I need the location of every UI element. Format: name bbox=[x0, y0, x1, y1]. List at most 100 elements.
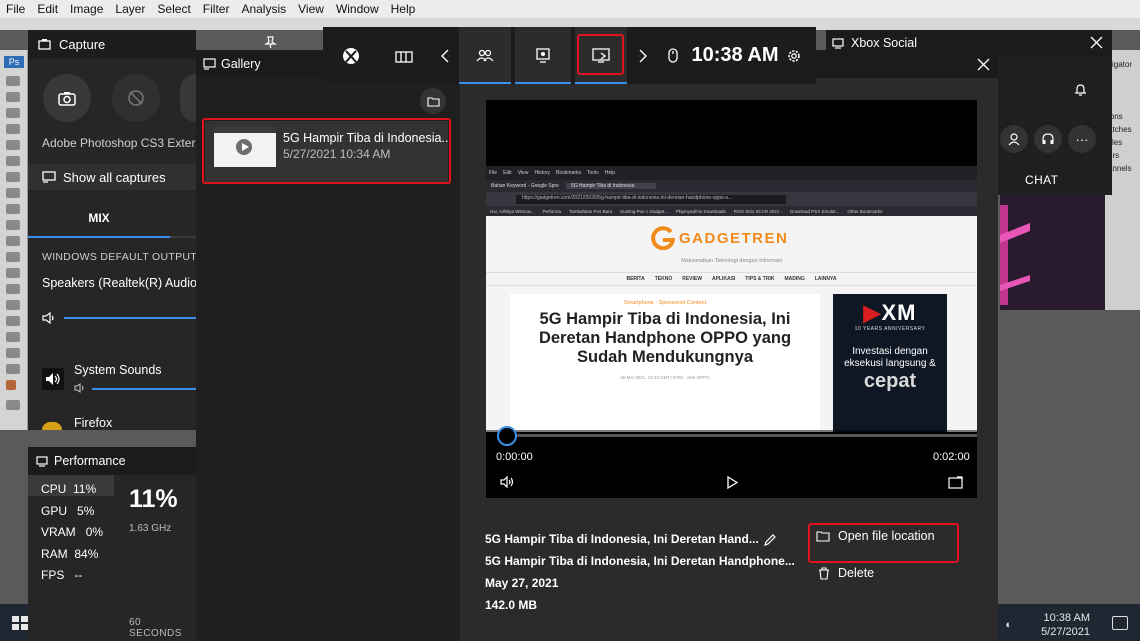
system-sounds-volume-icon[interactable] bbox=[74, 383, 86, 393]
xbox-button[interactable] bbox=[335, 27, 367, 84]
settings-button[interactable] bbox=[783, 27, 805, 84]
audio-tabs: MIX bbox=[28, 200, 196, 238]
metric-vram: VRAM 0% bbox=[41, 525, 104, 539]
cpu-frequency: 1.63 GHz bbox=[129, 523, 172, 534]
time-total: 0:02:00 bbox=[933, 451, 970, 463]
ellipsis-icon: ··· bbox=[1075, 131, 1089, 147]
show-all-captures-label: Show all captures bbox=[63, 169, 166, 185]
performance-title: Performance bbox=[54, 454, 126, 468]
capture-title: 5G Hampir Tiba di Indonesia, Ini Deretan… bbox=[485, 532, 759, 546]
capture-filename: 5G Hampir Tiba di Indonesia, Ini Deretan… bbox=[485, 554, 795, 568]
system-sounds-label: System Sounds bbox=[74, 363, 162, 377]
game-bar: 10:38 AM bbox=[323, 27, 816, 84]
move-tool-icon[interactable] bbox=[6, 76, 20, 86]
gear-icon bbox=[786, 48, 802, 64]
record-last-button[interactable] bbox=[112, 74, 160, 122]
shape-tool-icon[interactable] bbox=[6, 348, 20, 358]
show-all-captures-link[interactable]: Show all captures bbox=[28, 164, 196, 190]
scroll-left-button[interactable] bbox=[435, 27, 455, 84]
ps-menu-edit[interactable]: Edit bbox=[31, 2, 64, 16]
cpu-big-value: 11% bbox=[129, 485, 178, 513]
open-folder-button[interactable] bbox=[420, 88, 446, 114]
wand-tool-icon[interactable] bbox=[6, 124, 20, 134]
taskbar-date: 5/27/2021 bbox=[1041, 626, 1090, 638]
ps-menu-layer[interactable]: Layer bbox=[109, 2, 151, 16]
seek-bar[interactable] bbox=[498, 434, 977, 437]
notification-bell-icon[interactable] bbox=[1074, 83, 1087, 97]
game-bar-clock: 10:38 AM bbox=[691, 44, 779, 66]
notes-tool-icon[interactable] bbox=[6, 364, 20, 374]
folder-icon bbox=[426, 96, 440, 107]
ps-menu-image[interactable]: Image bbox=[64, 2, 109, 16]
video-player[interactable]: File Edit View History Bookmarks Tools Help Ba… bbox=[486, 100, 977, 498]
eraser-tool-icon[interactable] bbox=[6, 236, 20, 246]
party-button[interactable] bbox=[1034, 125, 1062, 153]
brush-tool-icon[interactable] bbox=[6, 188, 20, 198]
ps-menu-filter[interactable]: Filter bbox=[197, 2, 236, 16]
social-widget-toggle[interactable] bbox=[459, 27, 511, 84]
capture-widget-toggle[interactable] bbox=[515, 27, 571, 84]
play-icon[interactable] bbox=[727, 476, 738, 489]
speaker-icon[interactable] bbox=[42, 312, 56, 324]
gallery-list: 5G Hampir Tiba di Indonesia... 5/27/2021… bbox=[196, 78, 461, 641]
gallery-close-icon[interactable] bbox=[977, 58, 990, 71]
quick-mask-icon[interactable] bbox=[6, 400, 20, 410]
ps-menu-analysis[interactable]: Analysis bbox=[235, 2, 292, 16]
xbox-social-close-icon[interactable] bbox=[1090, 36, 1103, 49]
windows-start-icon[interactable] bbox=[12, 616, 28, 630]
mouse-icon bbox=[668, 48, 678, 63]
tab-chat[interactable]: CHAT bbox=[1025, 173, 1058, 187]
gallery-detail: File Edit View History Bookmarks Tools Help Ba… bbox=[461, 78, 998, 641]
taskbar-clock[interactable]: 10:38 AM 5/27/2021 bbox=[1041, 611, 1090, 639]
start-recording-button[interactable] bbox=[180, 74, 196, 122]
type-tool-icon[interactable] bbox=[6, 316, 20, 326]
headset-icon bbox=[1041, 132, 1055, 146]
screenshot-button[interactable] bbox=[43, 74, 91, 122]
add-friend-button[interactable] bbox=[1000, 125, 1028, 153]
ps-menu-view[interactable]: View bbox=[292, 2, 330, 16]
slice-tool-icon[interactable] bbox=[6, 156, 20, 166]
seek-thumb[interactable] bbox=[497, 426, 517, 446]
windows-default-output-label: WINDOWS DEFAULT OUTPUT bbox=[42, 251, 197, 263]
foreground-color-swatch[interactable] bbox=[6, 380, 16, 390]
capture-title: Capture bbox=[59, 36, 106, 52]
site-content: GADGETREN Maksimalkan Teknologi dengan I… bbox=[486, 216, 977, 432]
edit-pencil-icon[interactable] bbox=[763, 533, 777, 547]
gadgetren-logo-icon bbox=[651, 226, 675, 250]
ps-menu-file[interactable]: File bbox=[0, 2, 31, 16]
mouse-lock-button[interactable] bbox=[661, 27, 685, 84]
master-volume-slider[interactable] bbox=[64, 317, 196, 319]
healing-tool-icon[interactable] bbox=[6, 172, 20, 182]
ps-menu-select[interactable]: Select bbox=[151, 2, 196, 16]
gradient-tool-icon[interactable] bbox=[6, 252, 20, 262]
fullscreen-icon[interactable] bbox=[948, 476, 963, 489]
system-sounds-slider[interactable] bbox=[92, 388, 196, 390]
player-controls: 0:00:00 0:02:00 bbox=[486, 426, 977, 498]
site-nav: BERITA TEKNO REVIEW APLIKASI TIPS & TRIK MADI… bbox=[486, 272, 977, 286]
ps-menu-window[interactable]: Window bbox=[330, 2, 385, 16]
xbox-social-title: Xbox Social bbox=[851, 36, 918, 50]
history-brush-icon[interactable] bbox=[6, 220, 20, 230]
tab-mix[interactable]: MIX bbox=[28, 200, 170, 238]
widget-menu-button[interactable] bbox=[389, 27, 419, 84]
photoshop-canvas bbox=[1000, 195, 1105, 310]
pin-icon[interactable] bbox=[264, 36, 277, 49]
volume-icon[interactable] bbox=[500, 476, 515, 488]
marquee-tool-icon[interactable] bbox=[6, 92, 20, 102]
path-select-icon[interactable] bbox=[6, 332, 20, 342]
notification-icon[interactable] bbox=[1112, 616, 1128, 630]
article-card: Smartphone · Sponsored Content 5G Hampir… bbox=[510, 294, 820, 432]
stamp-tool-icon[interactable] bbox=[6, 204, 20, 214]
pen-tool-icon[interactable] bbox=[6, 300, 20, 310]
scroll-right-button[interactable] bbox=[633, 27, 653, 84]
blur-tool-icon[interactable] bbox=[6, 268, 20, 278]
ps-menu-help[interactable]: Help bbox=[385, 2, 422, 16]
dodge-tool-icon[interactable] bbox=[6, 284, 20, 294]
lasso-tool-icon[interactable] bbox=[6, 108, 20, 118]
output-device-select[interactable]: Speakers (Realtek(R) Audio bbox=[42, 276, 197, 290]
more-options-button[interactable]: ··· bbox=[1068, 125, 1096, 153]
crop-tool-icon[interactable] bbox=[6, 140, 20, 150]
delete-button[interactable]: Delete bbox=[818, 566, 874, 580]
browser-tabs: Bahan Keyword - Google Spre 5G Hampir Ti… bbox=[486, 180, 977, 192]
record-last-icon bbox=[127, 89, 145, 107]
